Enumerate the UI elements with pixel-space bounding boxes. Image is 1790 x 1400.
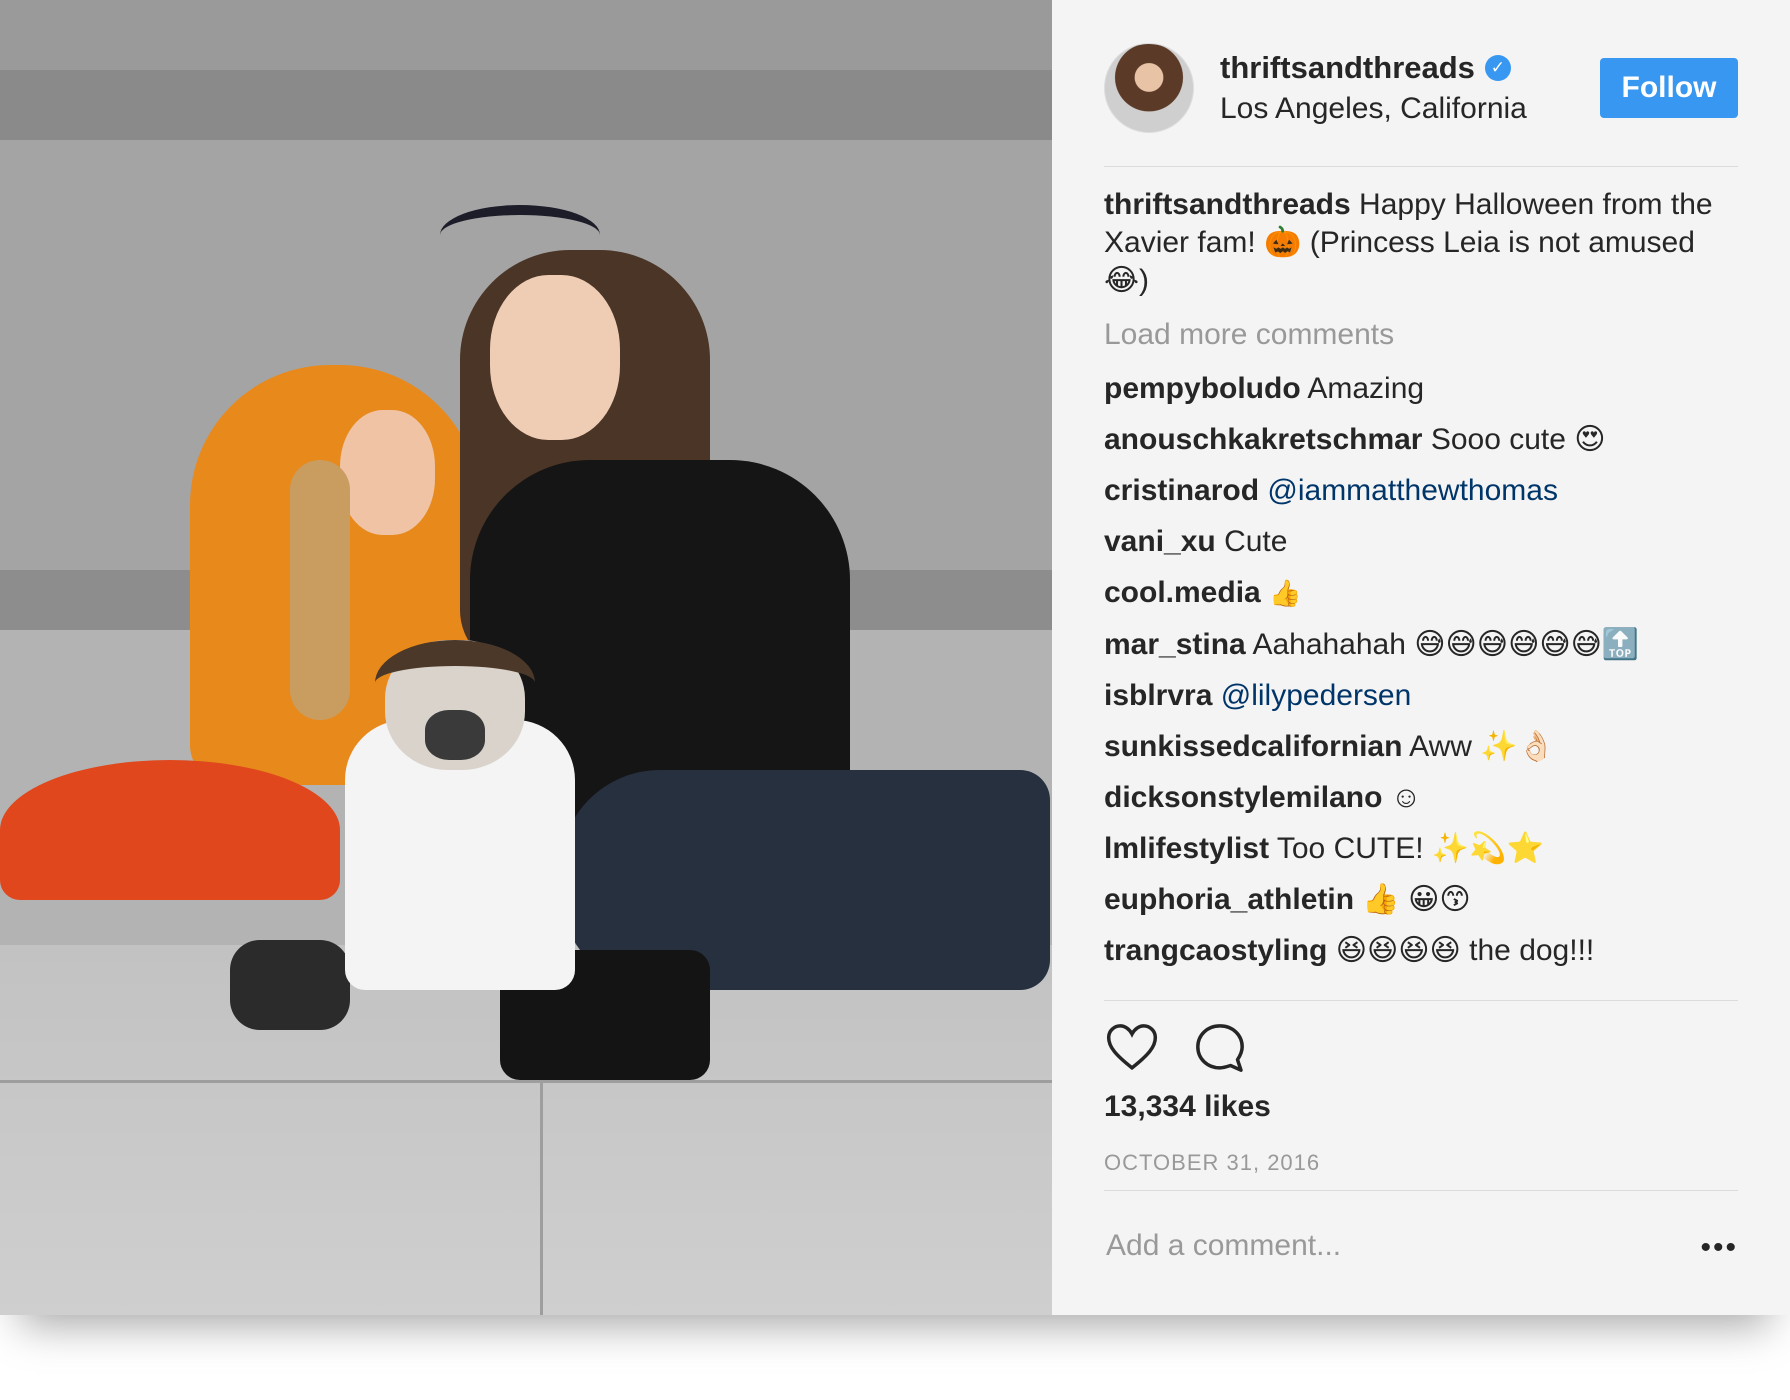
comment-item: sunkissedcalifornian Aww ✨👌🏻 [1104, 728, 1738, 766]
comment-username[interactable]: isblrvra [1104, 679, 1212, 712]
instagram-post-card: thriftsandthreads ✓ Los Angeles, Califor… [0, 0, 1790, 1315]
girl-hair [290, 460, 350, 720]
load-more-comments-link[interactable]: Load more comments [1104, 316, 1738, 354]
footer-divider [1104, 1190, 1738, 1191]
comment-bubble-icon[interactable] [1192, 1020, 1248, 1076]
girl-face [340, 410, 435, 535]
caption-username[interactable]: thriftsandthreads [1104, 188, 1351, 221]
comment-item: euphoria_athletin 👍 😀😙 [1104, 881, 1738, 919]
avatar[interactable] [1104, 43, 1194, 133]
leia-buns [375, 640, 535, 726]
comment-username[interactable]: sunkissedcalifornian [1104, 730, 1402, 763]
comment-item: mar_stina Aahahahah 😅😅😅😅😅😅🔝 [1104, 626, 1738, 664]
post-date: OCTOBER 31, 2016 [1104, 1150, 1321, 1175]
comment-text: Aahahahah 😅😅😅😅😅😅🔝 [1252, 628, 1640, 661]
comment-username[interactable]: euphoria_athletin [1104, 883, 1354, 916]
likes-count[interactable]: 13,334 likes [1104, 1090, 1271, 1124]
comment-username[interactable]: vani_xu [1104, 525, 1216, 558]
sidewalk-seam [0, 1080, 1052, 1083]
wall-upper [0, 0, 1052, 70]
post-header: thriftsandthreads ✓ Los Angeles, Califor… [1104, 38, 1738, 138]
post-side-panel: thriftsandthreads ✓ Los Angeles, Califor… [1052, 0, 1790, 1315]
comment-mention-link[interactable]: @lilypedersen [1221, 679, 1412, 712]
comment-username[interactable]: cristinarod [1104, 474, 1259, 507]
comment-username[interactable]: lmlifestylist [1104, 832, 1269, 865]
verified-badge-icon: ✓ [1484, 55, 1511, 81]
comment-text: 👍 [1269, 579, 1302, 609]
header-divider [1104, 166, 1738, 167]
comment-username[interactable]: mar_stina [1104, 628, 1246, 661]
comment-username[interactable]: dicksonstylemilano [1104, 781, 1382, 814]
comment-item: vani_xu Cute [1104, 523, 1738, 561]
comment-item: trangcaostyling 😆😆😆😆 the dog!!! [1104, 932, 1738, 970]
comment-text: Sooo cute 😍 [1430, 423, 1606, 456]
comment-item: lmlifestylist Too CUTE! ✨💫⭐ [1104, 830, 1738, 868]
post-photo[interactable] [0, 0, 1052, 1315]
comment-text: 👍 😀😙 [1362, 883, 1471, 916]
comment-username[interactable]: pempyboludo [1104, 372, 1301, 405]
sidewalk-seam-vertical [540, 1060, 543, 1315]
location-link[interactable]: Los Angeles, California [1220, 92, 1600, 126]
comment-text: Cute [1224, 525, 1288, 558]
heart-icon[interactable] [1104, 1020, 1160, 1076]
comment-item: cristinarod @iammatthewthomas [1104, 472, 1738, 510]
user-block: thriftsandthreads ✓ Los Angeles, Califor… [1220, 50, 1600, 126]
comment-text: Amazing [1307, 372, 1425, 405]
comment-text: ☺ [1390, 781, 1422, 814]
post-actions [1104, 1020, 1280, 1076]
woman-face [490, 275, 620, 440]
caption: thriftsandthreads Happy Halloween from t… [1104, 186, 1738, 300]
comment-item: dicksonstylemilano ☺ [1104, 779, 1738, 817]
cat-ears [440, 205, 600, 265]
comment-item: isblrvra @lilypedersen [1104, 677, 1738, 715]
comments-divider [1104, 1000, 1738, 1001]
comment-item: pempyboludo Amazing [1104, 370, 1738, 408]
user-line: thriftsandthreads ✓ [1220, 50, 1600, 86]
comment-item: cool.media 👍 [1104, 574, 1738, 613]
comment-username[interactable]: anouschkakretschmar [1104, 423, 1423, 456]
add-comment-input[interactable] [1104, 1228, 1668, 1264]
comment-text: 😆😆😆😆 the dog!!! [1335, 934, 1595, 967]
username-link[interactable]: thriftsandthreads [1220, 50, 1475, 86]
wall-board [0, 70, 1052, 140]
comments-list[interactable]: thriftsandthreads Happy Halloween from t… [1104, 186, 1738, 998]
comment-mention-link[interactable]: @iammatthewthomas [1267, 474, 1558, 507]
follow-button[interactable]: Follow [1600, 58, 1738, 118]
sneaker [230, 940, 350, 1030]
comment-username[interactable]: trangcaostyling [1104, 934, 1327, 967]
comment-item: anouschkakretschmar Sooo cute 😍 [1104, 421, 1738, 459]
comment-username[interactable]: cool.media [1104, 576, 1261, 609]
comment-text: Too CUTE! ✨💫⭐ [1276, 832, 1544, 865]
orange-skirt [0, 760, 340, 900]
comment-text: Aww ✨👌🏻 [1409, 730, 1555, 763]
more-options-icon[interactable]: ••• [1700, 1233, 1738, 1263]
